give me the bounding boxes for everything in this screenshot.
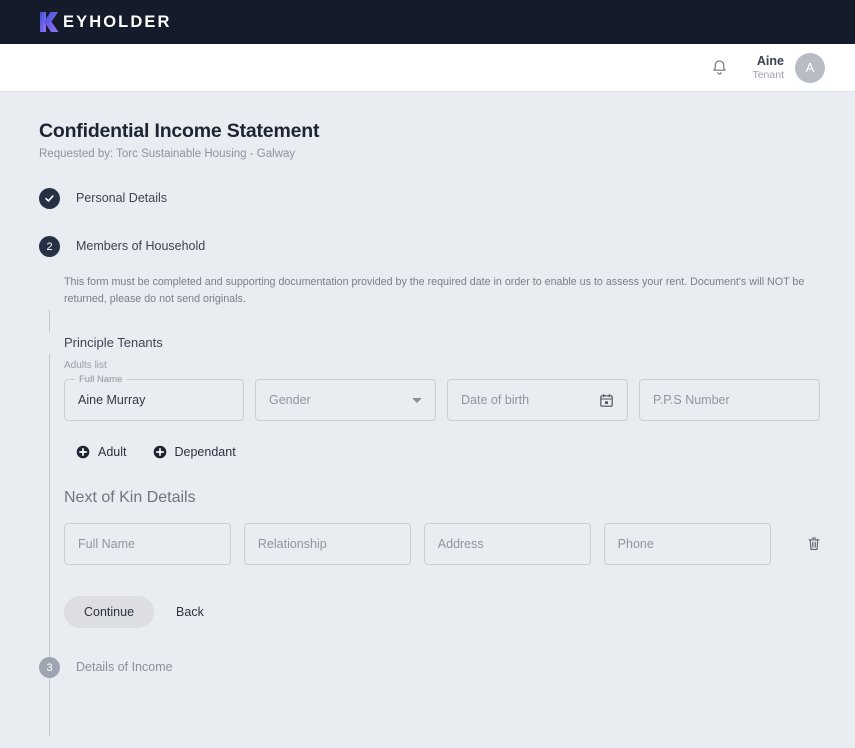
step-members-of-household-block: 2 Members of Household This form must be… — [0, 236, 855, 629]
step-1-marker — [39, 188, 60, 209]
adult-full-name-label: Full Name — [75, 374, 127, 386]
adult-dob-placeholder: Date of birth — [461, 393, 530, 408]
page-requested-by: Requested by: Torc Sustainable Housing -… — [39, 148, 296, 160]
kin-phone-placeholder: Phone — [617, 537, 654, 552]
adult-gender-placeholder: Gender — [269, 393, 311, 408]
brand-bar: EYHOLDER — [0, 0, 855, 44]
plus-circle-icon — [153, 445, 166, 459]
plus-circle-icon — [76, 445, 90, 459]
kin-address-placeholder: Address — [437, 537, 484, 552]
household-notice: This form must be completed and supporti… — [64, 276, 805, 305]
adult-pps-field[interactable]: P.P.S Number — [639, 379, 820, 422]
user-info: Aine Tenant — [752, 54, 784, 81]
next-of-kin-row: Full Name Relationship Address Phone — [64, 523, 827, 566]
add-adult-button[interactable]: Adult — [76, 445, 127, 459]
calendar-icon[interactable] — [599, 393, 614, 408]
adult-gender-select[interactable]: Gender — [255, 379, 436, 422]
notifications-button[interactable] — [706, 55, 732, 81]
back-button[interactable]: Back — [170, 596, 210, 628]
trash-icon — [808, 537, 820, 551]
bell-icon — [713, 59, 726, 75]
kin-full-name-placeholder: Full Name — [78, 537, 135, 552]
kin-full-name-field[interactable]: Full Name — [64, 523, 231, 566]
adults-list-label: Adults list — [64, 360, 107, 372]
app-logo[interactable]: EYHOLDER — [38, 10, 171, 34]
delete-kin-button[interactable] — [802, 531, 827, 557]
step-members-of-household[interactable]: 2 Members of Household — [0, 236, 855, 257]
form-actions: Continue Back — [64, 596, 827, 629]
adult-dob-field[interactable]: Date of birth — [447, 379, 628, 422]
stepper: Personal Details 2 Members of Household … — [0, 188, 855, 679]
step-3-label: Details of Income — [76, 660, 173, 675]
kin-phone-field[interactable]: Phone — [603, 523, 771, 566]
user-name: Aine — [756, 53, 784, 68]
adult-full-name-value: Aine Murray — [78, 393, 146, 408]
step-personal-details[interactable]: Personal Details — [0, 188, 855, 209]
page-body: Confidential Income Statement Requested … — [0, 92, 855, 748]
step-2-content: This form must be completed and supporti… — [0, 274, 855, 629]
step-3-marker: 3 — [39, 657, 60, 679]
add-dependant-label: Dependant — [174, 445, 236, 460]
continue-button[interactable]: Continue — [64, 596, 155, 629]
step-2-marker: 2 — [39, 236, 60, 257]
adult-full-name-field[interactable]: Full Name Aine Murray — [64, 374, 244, 422]
principle-tenants-title: Principle Tenants — [64, 335, 163, 351]
chevron-down-icon — [412, 397, 422, 403]
kin-address-field[interactable]: Address — [423, 523, 591, 566]
check-icon — [45, 195, 54, 202]
avatar[interactable]: A — [795, 52, 825, 83]
keyholder-k-logo-icon — [40, 12, 59, 32]
add-person-buttons: Adult Dependant — [64, 445, 827, 459]
adult-row: Full Name Aine Murray Gender Date of bir… — [64, 374, 827, 422]
user-menu[interactable]: Aine Tenant A — [752, 52, 825, 83]
next-of-kin-title: Next of Kin Details — [64, 489, 196, 507]
step-1-label: Personal Details — [76, 191, 168, 205]
user-header-bar: Aine Tenant A — [0, 44, 855, 92]
step-details-of-income[interactable]: 3 Details of Income — [0, 657, 855, 679]
app-logo-text: EYHOLDER — [63, 12, 172, 31]
page-title: Confidential Income Statement — [39, 120, 320, 142]
step-2-label: Members of Household — [76, 239, 206, 253]
add-adult-label: Adult — [98, 445, 127, 460]
add-dependant-button[interactable]: Dependant — [153, 445, 236, 459]
adult-pps-placeholder: P.P.S Number — [653, 393, 730, 408]
page-header: Confidential Income Statement Requested … — [0, 120, 855, 160]
kin-relationship-field[interactable]: Relationship — [243, 523, 411, 566]
kin-relationship-placeholder: Relationship — [257, 537, 327, 552]
user-role: Tenant — [752, 69, 784, 82]
